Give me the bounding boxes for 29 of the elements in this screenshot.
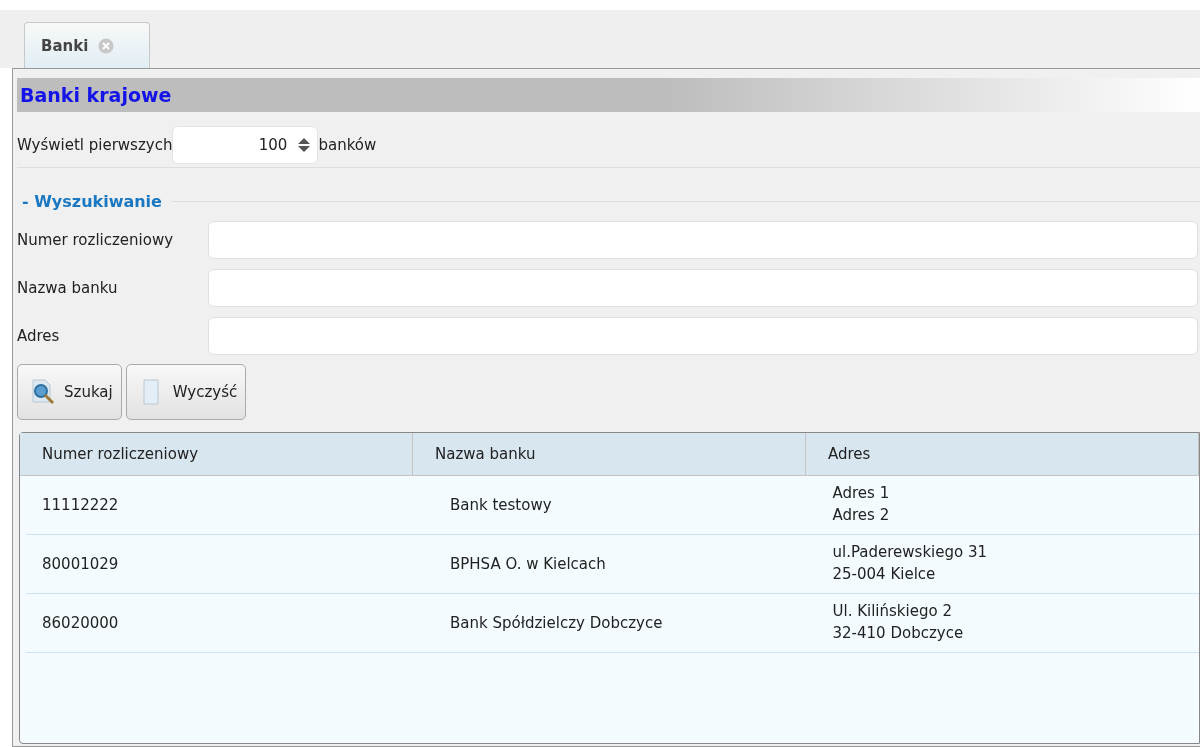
panel-title: Banki krajowe <box>20 84 172 106</box>
number-spinner[interactable]: 100 <box>172 126 319 164</box>
table-cell-text: Bank testowy <box>449 495 553 516</box>
action-button[interactable]: Wyczyść <box>125 364 247 420</box>
field-label: Nazwa banku <box>17 279 119 297</box>
limit-label: Wyświetl pierwszych <box>17 136 173 154</box>
input-field[interactable] <box>208 269 1198 307</box>
magnifier-icon <box>30 378 56 406</box>
table-cell-text: 80001029 <box>41 554 120 575</box>
table-cell-text: Adres 1 Adres 2 <box>831 483 891 526</box>
section-title[interactable]: - Wyszukiwanie <box>22 191 162 211</box>
input-field[interactable] <box>208 317 1198 355</box>
close-icon[interactable] <box>98 37 115 54</box>
input-field[interactable] <box>208 221 1198 259</box>
column-header[interactable]: Nazwa banku <box>413 433 806 475</box>
column-header[interactable]: Numer rozliczeniowy <box>20 433 413 475</box>
field-label: Numer rozliczeniowy <box>17 231 175 249</box>
table-cell-text: Bank Spółdzielczy Dobczyce <box>449 613 664 634</box>
limit-unit: banków <box>318 136 377 154</box>
column-header[interactable]: Adres <box>806 433 1199 475</box>
field-label: Adres <box>17 327 61 345</box>
table-cell-text: Ul. Kilińskiego 2 32-410 Dobczyce <box>831 601 965 644</box>
table-cell-text: 86020000 <box>41 613 120 634</box>
tab[interactable]: Banki <box>24 22 150 68</box>
spinner-arrows-icon[interactable] <box>297 137 312 153</box>
table-cell-text: 11112222 <box>41 495 120 516</box>
table-cell-text: BPHSA O. w Kielcach <box>449 554 607 575</box>
action-button[interactable]: Szukaj <box>17 364 122 420</box>
table-cell-text: ul.Paderewskiego 31 25-004 Kielce <box>831 542 989 585</box>
